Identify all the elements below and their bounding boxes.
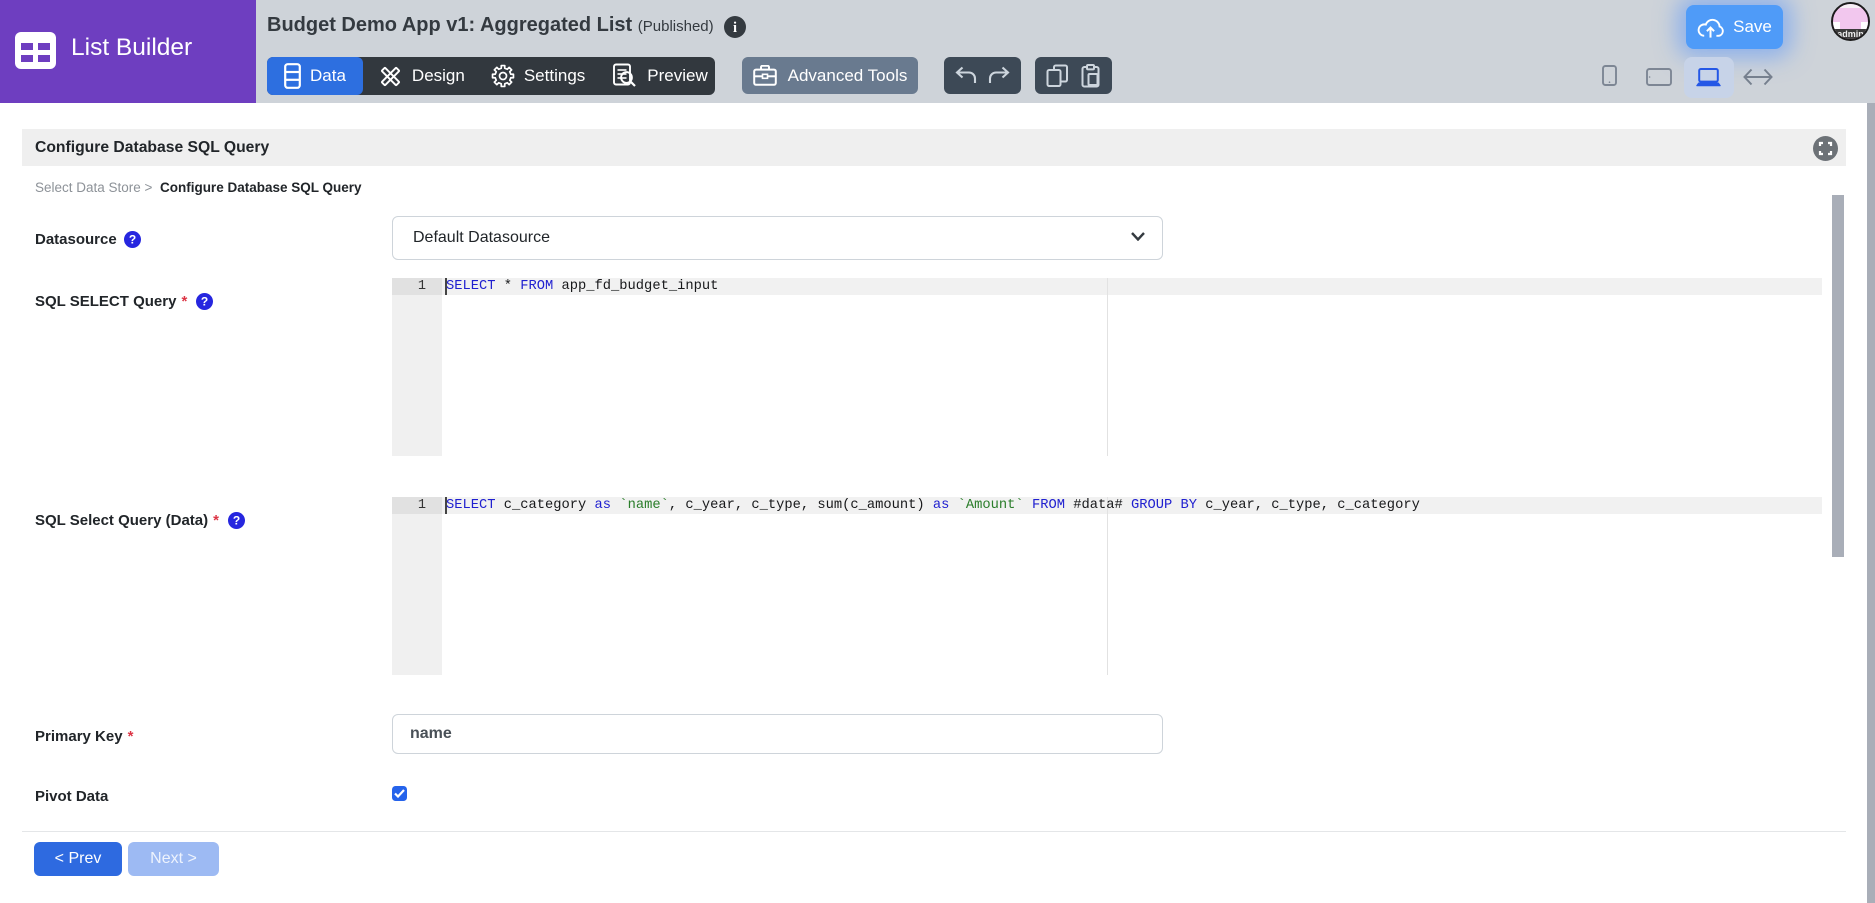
svg-text:?: ? bbox=[233, 514, 240, 528]
svg-text:?: ? bbox=[201, 295, 208, 309]
svg-text:?: ? bbox=[129, 233, 136, 247]
svg-text:i: i bbox=[733, 20, 737, 36]
